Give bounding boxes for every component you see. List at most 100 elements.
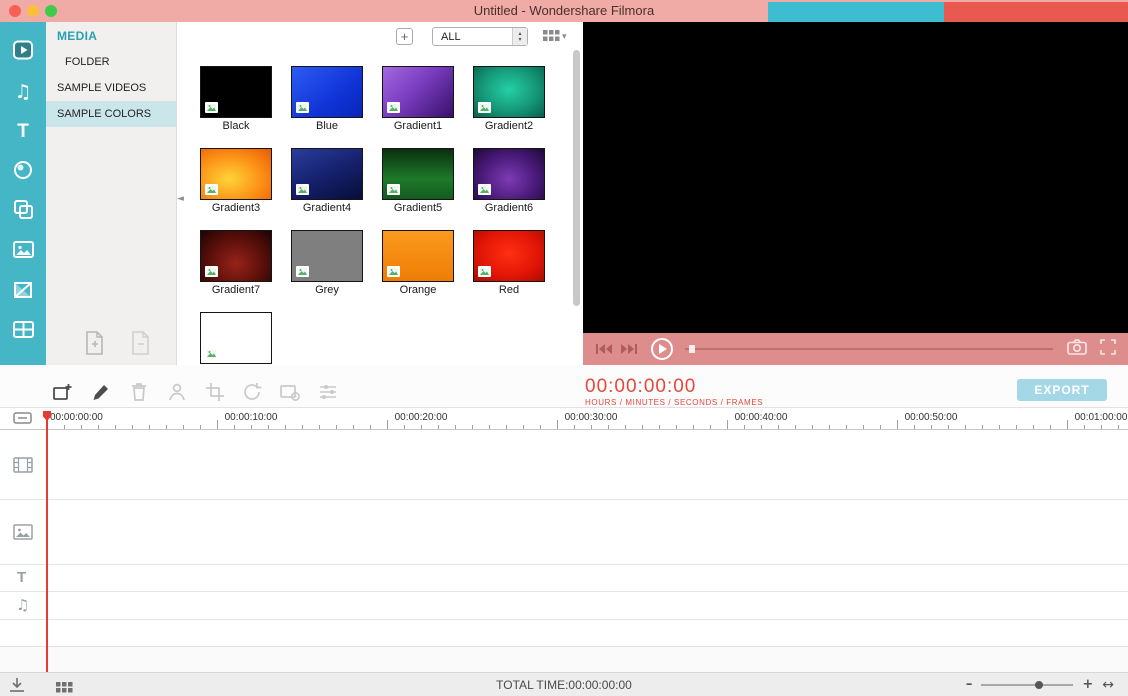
ruler-tick <box>421 425 422 429</box>
media-panel-title: MEDIA <box>46 22 176 49</box>
zoom-out-button[interactable]: – <box>966 677 973 692</box>
crop-button[interactable] <box>204 381 226 403</box>
statusbar: TOTAL TIME:00:00:00:00 – + ↔ <box>0 672 1128 696</box>
timeline-ruler[interactable]: 00:00:00:0000:00:10:0000:00:20:0000:00:3… <box>0 408 1128 430</box>
sample-tile-gradient6[interactable] <box>473 148 545 200</box>
zoom-in-button[interactable]: + <box>1082 677 1093 692</box>
add-to-timeline-button[interactable] <box>52 381 74 403</box>
overlays-icon <box>12 198 35 226</box>
panel-item-sample-colors[interactable]: SAMPLE COLORS <box>46 101 176 127</box>
ruler-tick <box>319 425 320 429</box>
ruler-tick <box>268 425 269 429</box>
export-button[interactable]: EXPORT <box>1017 379 1107 401</box>
sidebar-item-text[interactable]: T <box>0 112 46 152</box>
track-manager-icon[interactable] <box>13 412 32 430</box>
ruler-label: 00:00:10:00 <box>225 412 278 423</box>
sample-label: Gradient6 <box>473 202 545 214</box>
play-icon <box>659 344 667 354</box>
ruler-tick <box>744 425 745 429</box>
advanced-adjust-button[interactable] <box>317 381 339 403</box>
seek-thumb[interactable] <box>689 345 695 353</box>
maximize-button[interactable] <box>45 5 57 17</box>
image-badge-icon <box>387 102 400 113</box>
panel-item-folder[interactable]: FOLDER <box>46 49 176 75</box>
ruler-tick <box>591 425 592 429</box>
ruler-tick <box>132 425 133 429</box>
panel-collapse-handle[interactable]: ◄ <box>177 179 187 219</box>
sample-tile-red[interactable] <box>473 230 545 282</box>
fit-to-timeline-icon[interactable]: ↔ <box>1102 677 1114 693</box>
sample-tile-partial[interactable] <box>200 312 272 364</box>
ruler-tick <box>557 420 558 429</box>
add-media-button[interactable]: + <box>396 28 413 45</box>
sidebar-item-audio[interactable]: ♫ <box>0 72 46 112</box>
sample-tile-gradient4[interactable] <box>291 148 363 200</box>
sidebar-item-overlays[interactable] <box>0 192 46 232</box>
ruler-label: 00:00:00:00 <box>50 412 103 423</box>
sample-tile-gradient2[interactable] <box>473 66 545 118</box>
fullscreen-icon[interactable] <box>1100 339 1116 360</box>
sidebar-item-elements[interactable] <box>0 232 46 272</box>
seek-bar[interactable] <box>685 348 1053 350</box>
sample-tile-black[interactable] <box>200 66 272 118</box>
timeline-tracks[interactable]: T ♫ <box>0 430 1128 672</box>
ruler-label: 00:00:40:00 <box>735 412 788 423</box>
panel-item-sample-videos[interactable]: SAMPLE VIDEOS <box>46 75 176 101</box>
rotate-button[interactable] <box>241 381 263 403</box>
minimize-button[interactable] <box>27 5 39 17</box>
library-scrollbar[interactable] <box>573 50 580 306</box>
ruler-tick <box>931 425 932 429</box>
text-track-row[interactable] <box>0 565 1128 592</box>
sample-tile-orange[interactable] <box>382 230 454 282</box>
record-voiceover-button[interactable] <box>90 381 112 403</box>
ruler-tick <box>795 425 796 429</box>
import-file-icon[interactable] <box>84 330 106 359</box>
ruler-tick <box>540 425 541 429</box>
audio-track-row[interactable] <box>0 592 1128 620</box>
timecode-display: 00:00:00:00 HOURS / MINUTES / SECONDS / … <box>585 378 763 407</box>
ruler-tick <box>285 425 286 429</box>
sidebar-item-transitions[interactable] <box>0 272 46 312</box>
ruler-tick <box>1033 425 1034 429</box>
extra-track-row[interactable] <box>0 620 1128 647</box>
close-button[interactable] <box>9 5 21 17</box>
audio-track-icon: ♫ <box>16 596 29 614</box>
sidebar-item-split-screen[interactable] <box>0 312 46 352</box>
ruler-tick <box>404 425 405 429</box>
snapshot-camera-icon[interactable] <box>1067 339 1087 360</box>
zoom-slider-thumb[interactable] <box>1035 681 1043 689</box>
sample-tile-gradient3[interactable] <box>200 148 272 200</box>
filter-dropdown[interactable]: ALL ▴ ▾ <box>432 27 528 46</box>
remove-file-icon[interactable] <box>130 330 152 359</box>
filmora-app: Untitled - Wondershare Filmora ♫ T <box>0 0 1128 696</box>
music-note-icon: ♫ <box>14 81 31 103</box>
delete-button[interactable] <box>128 381 150 403</box>
sample-tile-gradient1[interactable] <box>382 66 454 118</box>
sample-tile-gradient5[interactable] <box>382 148 454 200</box>
playhead-line[interactable] <box>46 420 48 672</box>
power-tool-button[interactable] <box>166 381 188 403</box>
pip-track-row[interactable] <box>0 500 1128 565</box>
ruler-tick <box>608 425 609 429</box>
sample-tile-blue[interactable] <box>291 66 363 118</box>
sample-cell: Gradient1 <box>382 66 454 132</box>
ruler-tick <box>863 425 864 429</box>
transition-split-icon <box>12 279 34 306</box>
play-button[interactable] <box>651 338 673 360</box>
ruler-label: 00:00:20:00 <box>395 412 448 423</box>
sample-cell: Black <box>200 66 272 132</box>
view-mode-button[interactable]: ▾ <box>543 30 567 44</box>
sample-cell: Grey <box>291 230 363 296</box>
sample-tile-gradient7[interactable] <box>200 230 272 282</box>
ruler-tick <box>982 425 983 429</box>
sample-tile-grey[interactable] <box>291 230 363 282</box>
ruler-tick <box>302 425 303 429</box>
sidebar-item-effects[interactable] <box>0 152 46 192</box>
skip-forward-button[interactable] <box>621 343 638 355</box>
skip-back-button[interactable] <box>595 343 612 355</box>
video-settings-button[interactable] <box>279 381 301 403</box>
sidebar-item-media[interactable] <box>0 32 46 72</box>
zoom-slider[interactable] <box>981 684 1073 686</box>
sample-cell: Gradient7 <box>200 230 272 296</box>
video-track-row[interactable] <box>0 430 1128 500</box>
